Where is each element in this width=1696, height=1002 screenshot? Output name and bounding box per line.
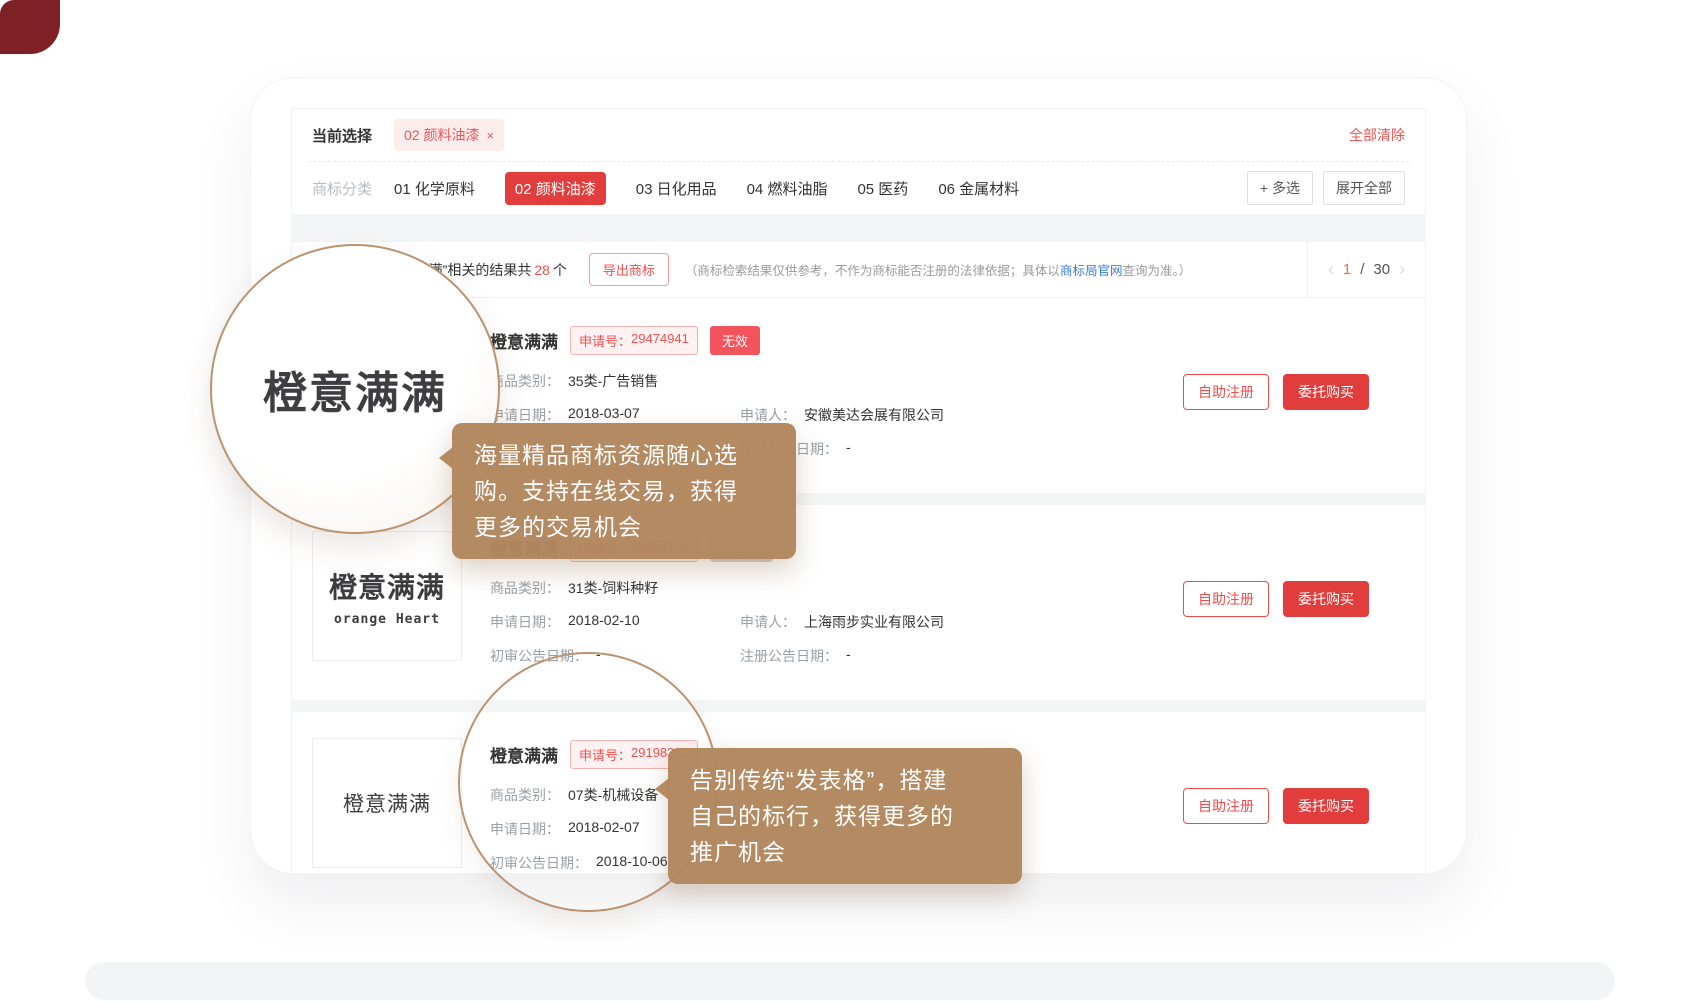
- reg-pub-field-label: 注册公告日期：: [740, 646, 838, 666]
- applicant-field-value: 安徽美达会展有限公司: [804, 405, 944, 425]
- entrust-buy-button[interactable]: 委托购买: [1283, 374, 1369, 410]
- entrust-buy-button[interactable]: 委托购买: [1283, 581, 1369, 617]
- trademark-office-link[interactable]: 商标局官网: [1060, 264, 1123, 278]
- pagination: ‹ 1 / 30 ›: [1307, 242, 1425, 298]
- status-badge: 无效: [710, 326, 760, 355]
- date-field-value: 2018-03-07: [568, 405, 640, 425]
- results-header: 为您检索到“橙意满满”相关的结果共28个 导出商标 （商标检索结果仅供参考，不作…: [292, 242, 1425, 298]
- clear-all-link[interactable]: 全部清除: [1349, 125, 1405, 145]
- selected-filter-tag[interactable]: 02 颜料油漆 ×: [394, 119, 504, 151]
- application-number-value: 29474941: [631, 331, 689, 350]
- panel-gap: [291, 215, 1426, 241]
- category-item-06[interactable]: 06 金属材料: [938, 178, 1019, 199]
- date-field-value: 2018-02-10: [568, 612, 640, 632]
- corner-decoration: [0, 0, 60, 54]
- category-list: 01 化学原料 02 颜料油漆 03 日化用品 04 燃料油脂 05 医药 06…: [394, 172, 1019, 205]
- field-line-category: 商品类别： 35类-广告销售: [490, 371, 1163, 391]
- prev-page-icon[interactable]: ‹: [1328, 259, 1334, 280]
- page-separator: /: [1360, 261, 1364, 278]
- export-trademarks-button[interactable]: 导出商标: [589, 253, 669, 286]
- multi-select-button[interactable]: + 多选: [1247, 171, 1313, 205]
- expand-all-button[interactable]: 展开全部: [1323, 171, 1405, 205]
- category-item-05[interactable]: 05 医药: [857, 178, 908, 199]
- disclaimer-text-after: 查询为准。）: [1122, 264, 1191, 278]
- category-actions: + 多选 展开全部: [1247, 171, 1405, 205]
- category-item-02-selected[interactable]: 02 颜料油漆: [505, 172, 606, 205]
- category-item-04[interactable]: 04 燃料油脂: [747, 178, 828, 199]
- magnified-trademark-text: 橙意满满: [263, 357, 447, 421]
- field-line-date-applicant: 申请日期： 2018-02-10 申请人： 上海雨步实业有限公司: [490, 612, 1163, 632]
- applicant-field-label: 申请人：: [740, 405, 796, 425]
- next-page-icon[interactable]: ›: [1399, 259, 1405, 280]
- current-selection-row: 当前选择 02 颜料油漆 × 全部清除: [292, 109, 1425, 161]
- row-actions: 自助注册 委托购买: [1183, 788, 1369, 824]
- field-line-category: 商品类别： 31类-饲料种籽: [490, 578, 1163, 598]
- current-page: 1: [1343, 261, 1351, 278]
- category-label: 商标分类: [312, 178, 372, 199]
- category-item-01[interactable]: 01 化学原料: [394, 178, 475, 199]
- trademark-name: 橙意满满: [490, 328, 558, 353]
- row-actions: 自助注册 委托购买: [1183, 374, 1369, 410]
- results-disclaimer: （商标检索结果仅供参考，不作为商标能否注册的法律依据；具体以商标局官网查询为准。…: [685, 260, 1191, 279]
- category-field-value: 31类-饲料种籽: [568, 578, 658, 598]
- trademark-image-subtext: orange Heart: [334, 612, 440, 627]
- applicant-field-label: 申请人：: [740, 612, 796, 632]
- results-count: 28: [534, 262, 550, 278]
- summary-unit: 个: [553, 262, 567, 278]
- category-field-label: 商品类别：: [490, 371, 560, 391]
- title-line: 橙意满满 申请号：29474941 无效: [490, 326, 1163, 355]
- category-field-value: 35类-广告销售: [568, 371, 658, 391]
- category-row: 商标分类 01 化学原料 02 颜料油漆 03 日化用品 04 燃料油脂 05 …: [292, 162, 1425, 214]
- row-separator: [292, 700, 1425, 712]
- self-register-button[interactable]: 自助注册: [1183, 374, 1269, 410]
- field-line-date-applicant: 申请日期： 2018-03-07 申请人： 安徽美达会展有限公司: [490, 405, 1163, 425]
- reg-pub-field-value: -: [846, 646, 851, 666]
- promo-tooltip-marketplace: 海量精品商标资源随心选 购。支持在线交易，获得 更多的交易机会: [452, 423, 796, 559]
- entrust-buy-button[interactable]: 委托购买: [1283, 788, 1369, 824]
- row-actions: 自助注册 委托购买: [1183, 581, 1369, 617]
- total-pages: 30: [1373, 261, 1390, 278]
- self-register-button[interactable]: 自助注册: [1183, 581, 1269, 617]
- category-field-label: 商品类别：: [490, 578, 560, 598]
- trademark-image: 橙意满满: [312, 738, 462, 868]
- date-field-label: 申请日期：: [490, 405, 560, 425]
- trademark-image-text: 橙意满满: [329, 566, 445, 606]
- close-icon[interactable]: ×: [486, 128, 494, 143]
- date-field-label: 申请日期：: [490, 612, 560, 632]
- trademark-image-text: 橙意满满: [343, 788, 431, 818]
- self-register-button[interactable]: 自助注册: [1183, 788, 1269, 824]
- application-number-label: 申请号：: [579, 331, 631, 350]
- trademark-image: 橙意满满 orange Heart: [312, 531, 462, 661]
- selected-filter-tag-text: 02 颜料油漆: [404, 125, 479, 145]
- promo-tooltip-promotion: 告别传统“发表格”，搭建 自己的标行，获得更多的 推广机会: [668, 748, 1022, 884]
- application-number-pill: 申请号：29474941: [570, 326, 698, 355]
- category-item-03[interactable]: 03 日化用品: [636, 178, 717, 199]
- applicant-field-value: 上海雨步实业有限公司: [804, 612, 944, 632]
- filter-panel: 当前选择 02 颜料油漆 × 全部清除 商标分类 01 化学原料 02 颜料油漆…: [291, 108, 1426, 215]
- disclaimer-text-before: （商标检索结果仅供参考，不作为商标能否注册的法律依据；具体以: [685, 264, 1060, 278]
- reg-pub-field-value: -: [846, 439, 851, 459]
- laptop-base-bar: [85, 962, 1615, 1000]
- current-selection-label: 当前选择: [312, 125, 372, 146]
